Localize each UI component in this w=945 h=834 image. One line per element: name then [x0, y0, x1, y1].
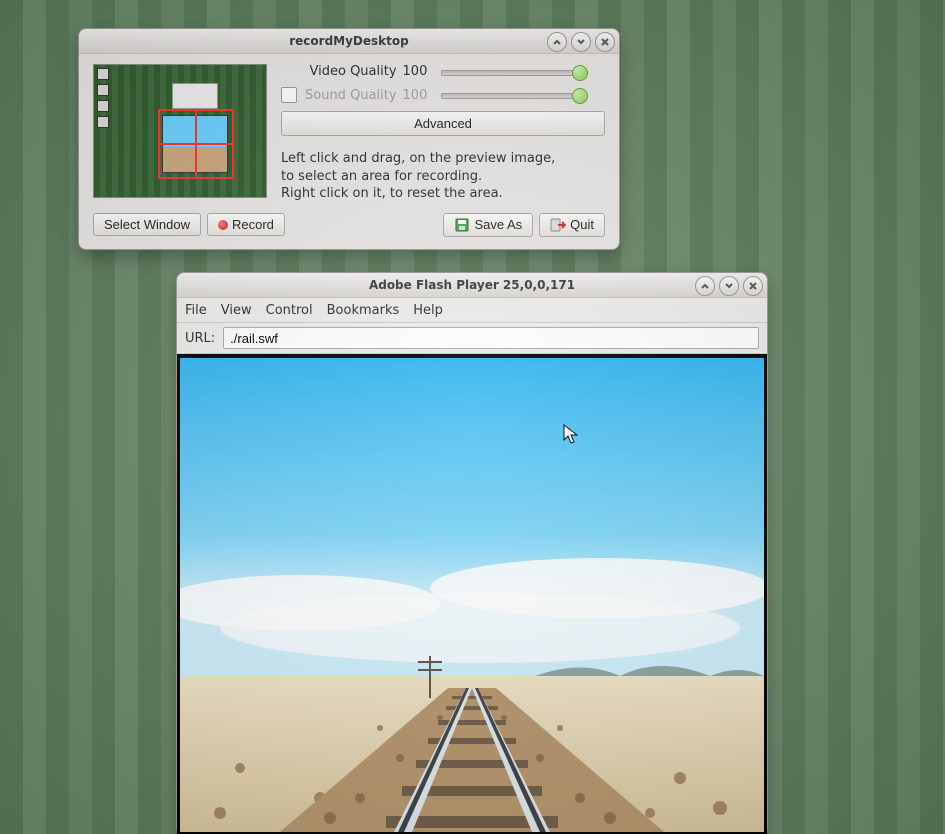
close-button[interactable]: [743, 276, 763, 296]
flash-player-window: Adobe Flash Player 25,0,0,171 File View …: [176, 272, 768, 834]
sound-quality-slider[interactable]: [441, 89, 581, 101]
flash-content: File View Control Bookmarks Help URL:: [177, 298, 767, 834]
quit-icon: [550, 217, 566, 233]
instructions-line: to select an area for recording.: [281, 168, 605, 186]
record-icon: [218, 220, 228, 230]
save-icon: [454, 217, 470, 233]
menu-help[interactable]: Help: [413, 303, 443, 318]
sound-quality-label: Sound Quality: [305, 88, 397, 103]
select-window-label: Select Window: [104, 217, 190, 232]
maximize-button[interactable]: [571, 32, 591, 52]
rmd-titlebar[interactable]: recordMyDesktop: [79, 29, 619, 54]
quit-button[interactable]: Quit: [539, 213, 605, 237]
flash-menubar: File View Control Bookmarks Help: [177, 298, 767, 323]
rmd-window-controls: [547, 32, 615, 52]
url-input[interactable]: [223, 327, 759, 349]
record-label: Record: [232, 217, 274, 232]
rmd-controls: Video Quality 100 Sound Quality 100: [281, 64, 605, 203]
maximize-button[interactable]: [719, 276, 739, 296]
flash-titlebar[interactable]: Adobe Flash Player 25,0,0,171: [177, 273, 767, 298]
select-window-button[interactable]: Select Window: [93, 213, 201, 236]
minimize-button[interactable]: [547, 32, 567, 52]
menu-control[interactable]: Control: [266, 303, 313, 318]
flash-stage[interactable]: [177, 355, 767, 834]
advanced-button[interactable]: Advanced: [281, 111, 605, 136]
url-label: URL:: [185, 331, 215, 346]
minimize-button[interactable]: [695, 276, 715, 296]
flash-stage-border: [177, 354, 767, 834]
rmd-instructions: Left click and drag, on the preview imag…: [281, 150, 605, 203]
quit-label: Quit: [570, 217, 594, 232]
rmd-bottom-bar: Select Window Record Save As: [93, 213, 605, 237]
record-button[interactable]: Record: [207, 213, 285, 236]
rail-scene: [180, 358, 764, 832]
menu-view[interactable]: View: [221, 303, 252, 318]
rmd-title: recordMyDesktop: [79, 34, 619, 48]
save-as-button[interactable]: Save As: [443, 213, 533, 237]
video-quality-slider[interactable]: [441, 66, 581, 78]
menu-file[interactable]: File: [185, 303, 207, 318]
instructions-line: Right click on it, to reset the area.: [281, 185, 605, 203]
menu-bookmarks[interactable]: Bookmarks: [327, 303, 400, 318]
close-button[interactable]: [595, 32, 615, 52]
flash-urlbar: URL:: [177, 323, 767, 354]
sound-quality-value: 100: [403, 88, 435, 103]
sound-enable-checkbox[interactable]: [281, 87, 297, 103]
flash-window-controls: [695, 276, 763, 296]
recordmydesktop-window: recordMyDesktop: [78, 28, 620, 250]
save-as-label: Save As: [474, 217, 522, 232]
rmd-body: Video Quality 100 Sound Quality 100: [79, 54, 619, 249]
advanced-button-label: Advanced: [414, 116, 472, 131]
desktop-background: recordMyDesktop: [0, 0, 945, 834]
flash-title: Adobe Flash Player 25,0,0,171: [177, 278, 767, 292]
recording-preview[interactable]: [93, 64, 267, 198]
video-quality-label: Video Quality: [305, 64, 397, 79]
instructions-line: Left click and drag, on the preview imag…: [281, 150, 605, 168]
video-quality-value: 100: [403, 64, 435, 79]
